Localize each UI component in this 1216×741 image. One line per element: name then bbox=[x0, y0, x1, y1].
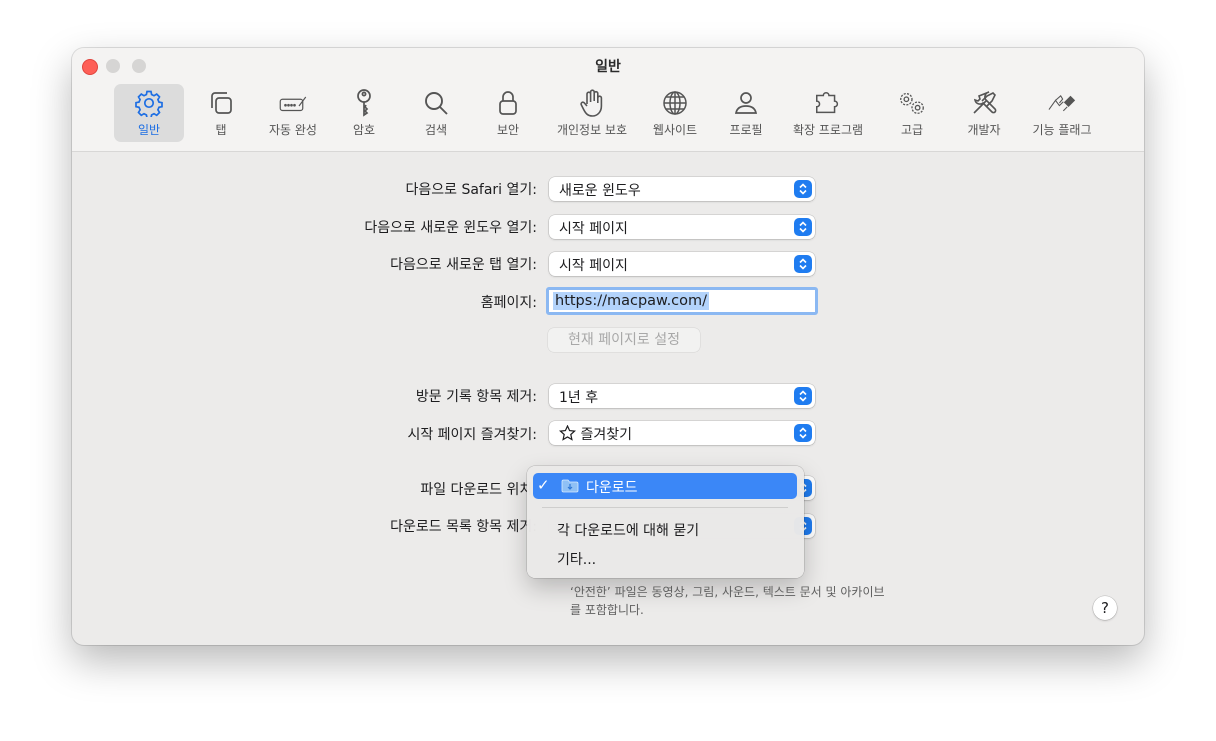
menu-separator bbox=[542, 507, 788, 508]
safari-opens-with-label: 다음으로 Safari 열기: bbox=[405, 182, 537, 198]
lock-icon bbox=[493, 88, 523, 118]
checkmark-icon: ✓ bbox=[537, 476, 550, 494]
tab-label: 암호 bbox=[352, 123, 376, 137]
tab-label: 검색 bbox=[424, 123, 448, 137]
puzzle-icon bbox=[813, 88, 843, 118]
tab-general[interactable]: 일반 bbox=[114, 84, 184, 142]
key-icon bbox=[349, 88, 379, 118]
chevron-updown-icon bbox=[794, 255, 812, 273]
favorites-shows-label: 시작 페이지 즐겨찾기: bbox=[407, 427, 537, 443]
download-location-menu: ✓ 다운로드 각 다운로드에 대해 묻기 기타... bbox=[527, 466, 804, 578]
globe-icon bbox=[660, 88, 690, 118]
preferences-toolbar: 일반 탭 자동 완성 암호 검색 보안 개인정보 보호 웹사이트 프로필 확장 … bbox=[72, 84, 1144, 144]
popup-value: 시작 페이지 bbox=[559, 221, 628, 237]
tab-label: 확장 프로그램 bbox=[792, 123, 864, 137]
tab-label: 기능 플래그 bbox=[1032, 123, 1092, 137]
tab-label: 개인정보 보호 bbox=[556, 123, 628, 137]
chevron-updown-icon bbox=[794, 218, 812, 236]
tab-autofill[interactable]: 자동 완성 bbox=[262, 84, 324, 142]
tab-advanced[interactable]: 고급 bbox=[892, 84, 932, 142]
set-current-page-button[interactable]: 현재 페이지로 설정 bbox=[548, 328, 700, 352]
tab-privacy[interactable]: 개인정보 보호 bbox=[550, 84, 634, 142]
tab-feature-flags[interactable]: 기능 플래그 bbox=[1024, 84, 1100, 142]
tab-extensions[interactable]: 확장 프로그램 bbox=[786, 84, 870, 142]
tools-icon bbox=[969, 88, 999, 118]
new-tabs-open-with-popup[interactable]: 시작 페이지 bbox=[549, 252, 815, 276]
flags-icon bbox=[1047, 88, 1077, 118]
gear-icon bbox=[134, 88, 164, 118]
tab-label: 개발자 bbox=[967, 123, 1001, 137]
remove-history-label: 방문 기록 항목 제거: bbox=[415, 389, 537, 405]
preferences-window: 일반 일반 탭 자동 완성 암호 검색 보안 개인정보 보호 웹사이트 프로필 … bbox=[72, 48, 1144, 645]
download-location-label: 파일 다운로드 위치: bbox=[420, 482, 537, 498]
new-windows-open-with-popup[interactable]: 시작 페이지 bbox=[549, 215, 815, 239]
tab-label: 웹사이트 bbox=[652, 123, 698, 137]
help-button[interactable]: ? bbox=[1093, 596, 1117, 620]
folder-icon bbox=[561, 479, 579, 497]
homepage-value: https://macpaw.com/ bbox=[553, 292, 710, 310]
menu-item-label: 다운로드 bbox=[586, 480, 638, 496]
tabs-icon bbox=[206, 88, 236, 118]
safe-files-footnote: ‘안전한’ 파일은 동영상, 그림, 사운드, 텍스트 문서 및 아카이브를 포… bbox=[570, 585, 885, 617]
tab-label: 프로필 bbox=[729, 123, 763, 137]
homepage-field[interactable]: https://macpaw.com/ bbox=[546, 287, 818, 315]
gears-icon bbox=[897, 88, 927, 118]
popup-value: 1년 후 bbox=[559, 390, 599, 406]
tab-label: 고급 bbox=[900, 123, 924, 137]
favorites-value: 즐겨찾기 bbox=[580, 427, 632, 443]
remove-history-popup[interactable]: 1년 후 bbox=[549, 384, 815, 408]
tab-label: 일반 bbox=[137, 123, 161, 137]
menu-item-downloads[interactable]: ✓ 다운로드 bbox=[533, 473, 797, 499]
tab-developer[interactable]: 개발자 bbox=[960, 84, 1008, 142]
search-icon bbox=[421, 88, 451, 118]
tab-passwords[interactable]: 암호 bbox=[344, 84, 384, 142]
tab-label: 자동 완성 bbox=[269, 123, 317, 137]
hand-icon bbox=[577, 88, 607, 118]
safari-opens-with-popup[interactable]: 새로운 윈도우 bbox=[549, 177, 815, 201]
tab-websites[interactable]: 웹사이트 bbox=[646, 84, 704, 142]
tab-profiles[interactable]: 프로필 bbox=[724, 84, 768, 142]
person-icon bbox=[731, 88, 761, 118]
new-windows-open-with-label: 다음으로 새로운 윈도우 열기: bbox=[364, 220, 537, 236]
chevron-updown-icon bbox=[794, 424, 812, 442]
tab-label: 보안 bbox=[496, 123, 520, 137]
tab-security[interactable]: 보안 bbox=[488, 84, 528, 142]
popup-value: 시작 페이지 bbox=[559, 258, 628, 274]
homepage-label: 홈페이지: bbox=[480, 295, 537, 311]
menu-item-ask-each[interactable]: 각 다운로드에 대해 묻기 bbox=[557, 520, 699, 540]
window-title: 일반 bbox=[595, 59, 621, 75]
autofill-icon bbox=[278, 88, 308, 118]
remove-download-list-label: 다운로드 목록 항목 제거: bbox=[390, 519, 537, 535]
popup-value: 즐겨찾기 bbox=[558, 424, 632, 445]
favorites-shows-popup[interactable]: 즐겨찾기 bbox=[549, 421, 815, 445]
popup-value: 새로운 윈도우 bbox=[559, 183, 641, 199]
tab-label: 탭 bbox=[215, 123, 227, 137]
chevron-updown-icon bbox=[794, 180, 812, 198]
menu-item-other[interactable]: 기타... bbox=[557, 549, 596, 569]
titlebar: 일반 일반 탭 자동 완성 암호 검색 보안 개인정보 보호 웹사이트 프로필 … bbox=[72, 48, 1144, 152]
new-tabs-open-with-label: 다음으로 새로운 탭 열기: bbox=[390, 257, 537, 273]
tab-tabs[interactable]: 탭 bbox=[199, 84, 243, 142]
chevron-updown-icon bbox=[794, 387, 812, 405]
tab-search[interactable]: 검색 bbox=[416, 84, 456, 142]
star-icon bbox=[558, 424, 577, 445]
